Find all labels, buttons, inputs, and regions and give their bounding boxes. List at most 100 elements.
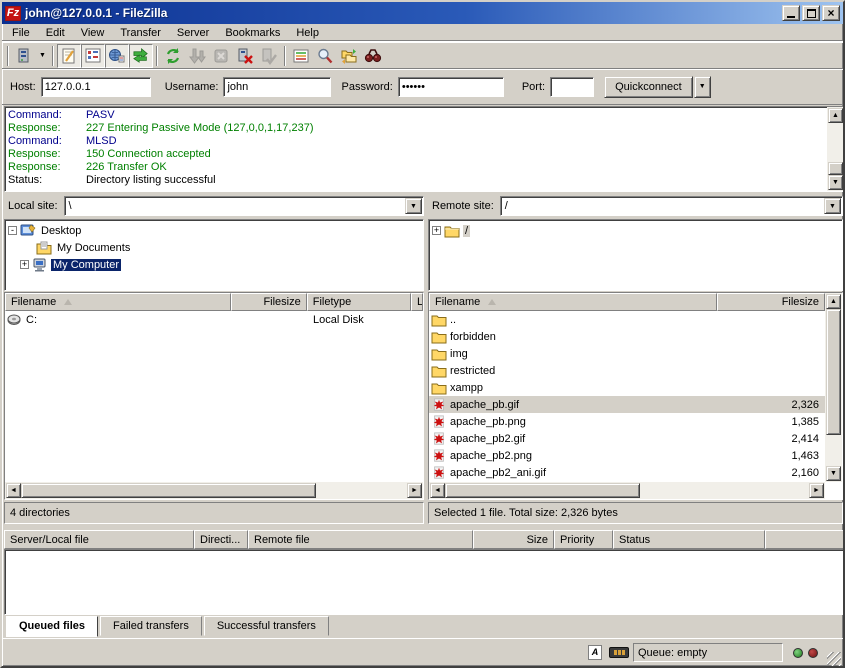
column-filename[interactable]: Filename <box>429 293 717 311</box>
scrollbar-thumb[interactable] <box>445 483 640 498</box>
tree-item-root[interactable]: + / <box>432 222 842 239</box>
password-input[interactable] <box>398 77 504 97</box>
chevron-down-icon[interactable]: ▼ <box>824 198 841 214</box>
maximize-button[interactable] <box>802 5 820 21</box>
message-log: Command:PASV Response:227 Entering Passi… <box>4 106 845 192</box>
scroll-right-icon[interactable]: ► <box>407 483 422 498</box>
toggle-queue-button[interactable] <box>129 44 153 68</box>
menu-transfer[interactable]: Transfer <box>112 25 169 41</box>
sync-browse-button[interactable] <box>361 44 385 68</box>
host-input[interactable] <box>41 77 151 97</box>
chevron-down-icon[interactable]: ▼ <box>405 198 422 214</box>
toggle-local-tree-button[interactable] <box>81 44 105 68</box>
menu-edit[interactable]: Edit <box>38 25 73 41</box>
scroll-down-icon[interactable]: ▼ <box>826 466 841 481</box>
filezilla-logo-icon: Fz <box>5 6 21 21</box>
folder-icon <box>431 313 447 327</box>
scroll-up-icon[interactable]: ▲ <box>828 108 843 123</box>
cancel-icon <box>212 47 230 65</box>
column-filesize[interactable]: Filesize <box>717 293 825 311</box>
compare-button[interactable] <box>337 44 361 68</box>
column-server-local-file[interactable]: Server/Local file <box>4 530 194 549</box>
column-filesize[interactable]: Filesize <box>231 293 306 311</box>
resize-grip[interactable] <box>827 652 841 666</box>
remote-row[interactable]: xampp <box>429 379 825 396</box>
menu-file[interactable]: File <box>4 25 38 41</box>
remote-row[interactable]: img <box>429 345 825 362</box>
quickconnect-button[interactable]: Quickconnect <box>604 76 693 98</box>
column-filename[interactable]: Filename <box>5 293 231 311</box>
tree-item-desktop[interactable]: - Desktop <box>8 222 423 239</box>
expand-icon[interactable]: + <box>432 226 441 235</box>
site-manager-icon <box>15 47 33 65</box>
tab-failed-transfers[interactable]: Failed transfers <box>100 616 202 636</box>
refresh-button[interactable] <box>161 44 185 68</box>
menu-server[interactable]: Server <box>169 25 217 41</box>
remote-row[interactable]: restricted <box>429 362 825 379</box>
column-remote-file[interactable]: Remote file <box>248 530 473 549</box>
chevron-down-icon: ▼ <box>699 83 706 90</box>
remote-row[interactable]: apache_pb2.gif 2,414 <box>429 430 825 447</box>
reconnect-button[interactable] <box>257 44 281 68</box>
speed-limit-icon[interactable] <box>609 644 629 662</box>
remote-row-selected[interactable]: apache_pb.gif 2,326 <box>429 396 825 413</box>
toggle-log-button[interactable] <box>57 44 81 68</box>
search-button[interactable] <box>313 44 337 68</box>
site-manager-dropdown[interactable]: ▼ <box>36 44 49 68</box>
remote-row[interactable]: apache_pb2.png 1,463 <box>429 447 825 464</box>
scrollbar-thumb[interactable] <box>828 162 843 175</box>
column-priority[interactable]: Priority <box>554 530 613 549</box>
site-manager-button[interactable] <box>12 44 36 68</box>
sort-ascending-icon <box>488 299 496 305</box>
scroll-left-icon[interactable]: ◄ <box>430 483 445 498</box>
local-hscrollbar[interactable]: ◄ ► <box>5 482 423 499</box>
remote-row[interactable]: apache_pb2_ani.gif 2,160 <box>429 464 825 481</box>
column-last-modified[interactable]: L <box>411 293 423 311</box>
expand-icon[interactable]: + <box>20 260 29 269</box>
scrollbar-thumb[interactable] <box>21 483 316 498</box>
tab-queued-files[interactable]: Queued files <box>6 616 98 637</box>
tree-item-my-computer[interactable]: + My Computer <box>8 256 423 273</box>
collapse-icon[interactable]: - <box>8 226 17 235</box>
column-status[interactable]: Status <box>613 530 765 549</box>
cancel-button[interactable] <box>209 44 233 68</box>
tab-successful-transfers[interactable]: Successful transfers <box>204 616 329 636</box>
remote-hscrollbar[interactable]: ◄ ► <box>429 482 825 499</box>
queue-body[interactable] <box>4 549 845 615</box>
scroll-down-icon[interactable]: ▼ <box>828 175 843 190</box>
tree-item-my-documents[interactable]: My Documents <box>8 239 423 256</box>
filter-button[interactable] <box>289 44 313 68</box>
process-queue-button[interactable] <box>185 44 209 68</box>
close-button[interactable]: × <box>822 5 840 21</box>
port-input[interactable] <box>550 77 594 97</box>
scroll-up-icon[interactable]: ▲ <box>826 294 841 309</box>
data-type-ascii-icon[interactable]: A <box>585 644 605 662</box>
remote-vscrollbar[interactable]: ▲ ▼ <box>825 293 842 482</box>
menu-bookmarks[interactable]: Bookmarks <box>217 25 288 41</box>
username-input[interactable] <box>223 77 331 97</box>
remote-row[interactable]: forbidden <box>429 328 825 345</box>
minimize-icon <box>787 16 795 18</box>
menu-view[interactable]: View <box>73 25 113 41</box>
scroll-left-icon[interactable]: ◄ <box>6 483 21 498</box>
scrollbar-thumb[interactable] <box>826 309 841 435</box>
remote-site-combo[interactable]: / ▼ <box>500 196 843 216</box>
remote-row[interactable]: .. <box>429 311 825 328</box>
minimize-button[interactable] <box>782 5 800 21</box>
column-size[interactable]: Size <box>473 530 554 549</box>
title-bar[interactable]: Fz john@127.0.0.1 - FileZilla × <box>2 2 843 24</box>
quickconnect-bar: Host: Username: Password: Port: Quickcon… <box>2 69 843 105</box>
local-site-combo[interactable]: \ ▼ <box>64 196 424 216</box>
column-filetype[interactable]: Filetype <box>307 293 411 311</box>
quickconnect-dropdown[interactable]: ▼ <box>694 76 711 98</box>
column-direction[interactable]: Directi... <box>194 530 248 549</box>
scroll-right-icon[interactable]: ► <box>809 483 824 498</box>
local-row-c-drive[interactable]: C: Local Disk <box>5 311 423 328</box>
toggle-remote-tree-button[interactable] <box>105 44 129 68</box>
log-scrollbar[interactable]: ▲ ▼ <box>827 107 844 191</box>
remote-list-body: .. forbidden img restricted <box>429 311 825 482</box>
remote-row[interactable]: apache_pb.png 1,385 <box>429 413 825 430</box>
disconnect-button[interactable] <box>233 44 257 68</box>
menu-help[interactable]: Help <box>288 25 327 41</box>
image-file-icon <box>431 398 447 412</box>
